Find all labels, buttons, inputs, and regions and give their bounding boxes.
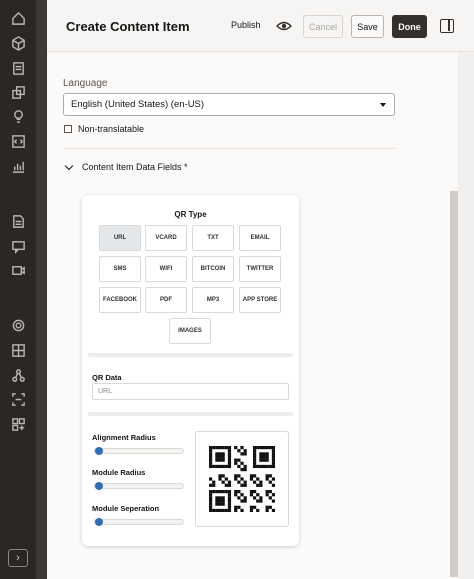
vertical-scrollbar-track[interactable]	[458, 53, 474, 579]
qr-type-pdf-button[interactable]: PDF	[145, 287, 187, 313]
chevron-right-icon: ›	[16, 552, 20, 564]
qr-type-images-button[interactable]: IMAGES	[169, 318, 211, 344]
section-separator	[88, 412, 293, 416]
preview-eye-icon[interactable]	[276, 18, 292, 34]
qr-data-label: QR Data	[92, 373, 122, 382]
cancel-button[interactable]: Cancel	[303, 15, 343, 38]
chevron-down-icon[interactable]	[64, 161, 74, 171]
module-separation-label: Module Seperation	[92, 504, 160, 513]
language-select[interactable]: English (United States) (en-US)	[63, 93, 395, 116]
qr-type-email-button[interactable]: EMAIL	[239, 225, 281, 251]
data-fields-section-title[interactable]: Content Item Data Fields *	[82, 162, 188, 172]
non-translatable-label: Non-translatable	[78, 124, 145, 134]
chat-icon[interactable]	[9, 237, 27, 255]
apps-icon[interactable]	[9, 415, 27, 433]
layout-icon[interactable]	[9, 341, 27, 359]
qr-type-app-store-button[interactable]: APP STORE	[239, 287, 281, 313]
module-separation-knob[interactable]	[95, 518, 103, 526]
rail-divider	[36, 0, 47, 579]
side-panel-toggle-icon[interactable]	[440, 19, 454, 33]
chart-icon[interactable]	[9, 157, 27, 175]
scan-icon[interactable]	[9, 390, 27, 408]
qr-data-input[interactable]: URL	[92, 383, 289, 400]
language-label: Language	[63, 78, 108, 89]
qr-type-facebook-button[interactable]: FACEBOOK	[99, 287, 141, 313]
qr-type-title: QR Type	[174, 210, 207, 219]
documents-icon[interactable]	[9, 59, 27, 77]
qr-type-mp3-button[interactable]: MP3	[192, 287, 234, 313]
code-icon[interactable]	[9, 132, 27, 150]
expand-rail-button[interactable]: ›	[8, 549, 28, 567]
qr-type-bitcoin-button[interactable]: BITCOIN	[192, 256, 234, 282]
qr-type-sms-button[interactable]: SMS	[99, 256, 141, 282]
network-icon[interactable]	[9, 366, 27, 384]
lightbulb-icon[interactable]	[9, 107, 27, 125]
section-divider	[63, 148, 395, 149]
module-radius-label: Module Radius	[92, 468, 146, 477]
qr-type-twitter-button[interactable]: TWITTER	[239, 256, 281, 282]
settings-icon[interactable]	[9, 316, 27, 334]
non-translatable-checkbox[interactable]	[64, 125, 72, 133]
save-button[interactable]: Save	[351, 15, 384, 38]
home-icon[interactable]	[9, 9, 27, 27]
qr-type-txt-button[interactable]: TXT	[192, 225, 234, 251]
section-separator	[88, 353, 293, 357]
page-title: Create Content Item	[66, 19, 190, 34]
dropdown-caret-icon	[380, 103, 386, 107]
qr-code-preview	[195, 431, 289, 527]
qr-type-url-button[interactable]: URL	[99, 225, 141, 251]
qr-code-image	[209, 446, 275, 512]
video-icon[interactable]	[9, 261, 27, 279]
qr-type-wifi-button[interactable]: WIFI	[145, 256, 187, 282]
module-separation-slider[interactable]	[94, 519, 184, 525]
content-scrollbar-thumb[interactable]	[450, 191, 458, 577]
side-navigation-rail: ›	[0, 0, 36, 579]
editor-header: Create Content Item Publish Cancel Save …	[47, 0, 474, 52]
page-icon[interactable]	[9, 212, 27, 230]
done-button[interactable]: Done	[392, 15, 427, 38]
language-value: English (United States) (en-US)	[71, 99, 205, 110]
publish-button[interactable]: Publish	[231, 20, 261, 30]
qr-code-editor-card: QR Type URL VCARD TXT EMAIL SMS WIFI BIT…	[82, 195, 299, 546]
alignment-radius-knob[interactable]	[95, 447, 103, 455]
module-radius-knob[interactable]	[95, 482, 103, 490]
alignment-radius-label: Alignment Radius	[92, 433, 156, 442]
editor-content: Language English (United States) (en-US)…	[47, 53, 457, 579]
alignment-radius-slider[interactable]	[94, 448, 184, 454]
assets-icon[interactable]	[9, 83, 27, 101]
qr-type-vcard-button[interactable]: VCARD	[145, 225, 187, 251]
module-radius-slider[interactable]	[94, 483, 184, 489]
cube-icon[interactable]	[9, 34, 27, 52]
